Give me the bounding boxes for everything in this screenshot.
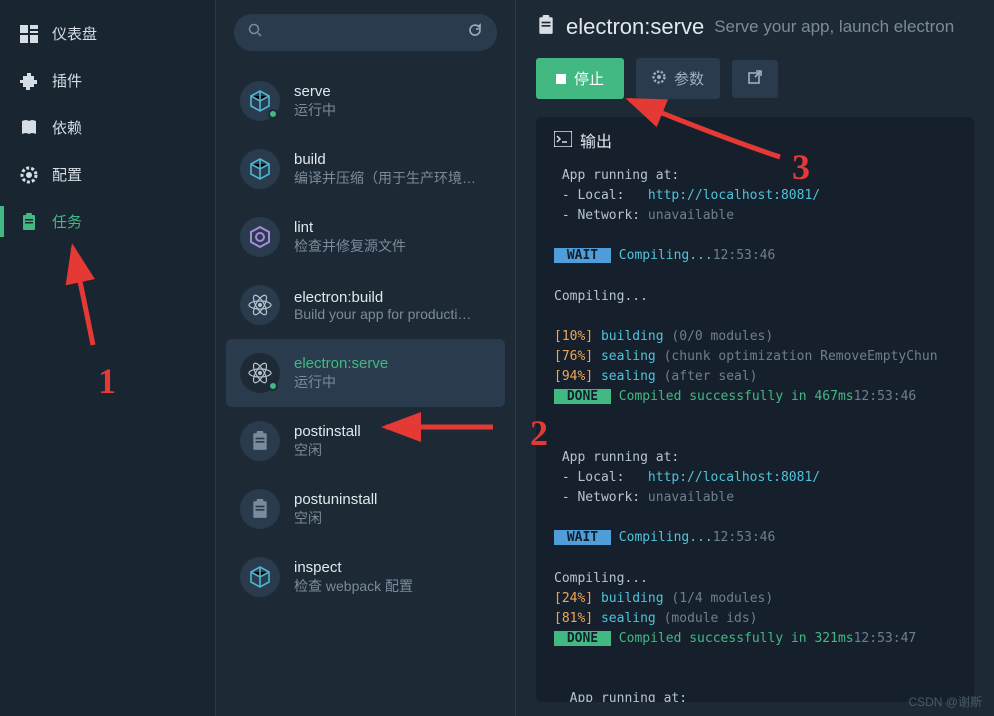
task-text: inspect 检查 webpack 配置 <box>294 559 413 596</box>
task-name: inspect <box>294 559 413 576</box>
task-sub: 空闲 <box>294 508 377 528</box>
detail-desc: Serve your app, launch electron <box>714 17 954 37</box>
tasks-column: serve 运行中 build 编译并压缩（用于生产环境… lint 检查并修复… <box>216 0 516 716</box>
stop-icon <box>556 74 566 84</box>
task-name: postuninstall <box>294 491 377 508</box>
params-button[interactable]: 参数 <box>636 58 720 99</box>
sidebar: 仪表盘 插件 依赖 配置 任务 <box>0 0 216 716</box>
sidebar-item-label: 仪表盘 <box>52 23 97 44</box>
task-name: serve <box>294 83 336 100</box>
sidebar-item-label: 插件 <box>52 70 82 91</box>
sidebar-item-dashboard[interactable]: 仪表盘 <box>0 10 215 57</box>
task-icon <box>240 353 280 393</box>
task-text: postinstall 空闲 <box>294 423 361 460</box>
sidebar-item-label: 依赖 <box>52 117 82 138</box>
sidebar-item-plugins[interactable]: 插件 <box>0 57 215 104</box>
toolbar: 停止 参数 <box>536 58 974 99</box>
task-item-postinstall[interactable]: postinstall 空闲 <box>226 407 505 475</box>
output-panel: 输出 App running at: - Local: http://local… <box>536 117 974 702</box>
search-input[interactable] <box>270 25 467 41</box>
params-label: 参数 <box>674 68 704 89</box>
stop-button[interactable]: 停止 <box>536 58 624 99</box>
terminal-output: App running at: - Local: http://localhos… <box>554 166 956 702</box>
task-sub: 检查 webpack 配置 <box>294 576 413 596</box>
task-text: build 编译并压缩（用于生产环境… <box>294 151 476 188</box>
task-name: build <box>294 151 476 168</box>
task-item-electron-build[interactable]: electron:build Build your app for produc… <box>226 271 505 339</box>
task-sub: 检查并修复源文件 <box>294 236 406 256</box>
task-name: lint <box>294 219 406 236</box>
sidebar-item-config[interactable]: 配置 <box>0 151 215 198</box>
detail-title: electron:serve <box>566 14 704 40</box>
dashboard-icon <box>20 25 38 43</box>
task-item-electron-serve[interactable]: electron:serve 运行中 <box>226 339 505 407</box>
search-wrap[interactable] <box>234 14 497 51</box>
task-item-inspect[interactable]: inspect 检查 webpack 配置 <box>226 543 505 611</box>
output-header: 输出 <box>554 131 956 156</box>
task-sub: 空闲 <box>294 440 361 460</box>
task-icon <box>240 217 280 257</box>
task-icon <box>240 149 280 189</box>
task-text: postuninstall 空闲 <box>294 491 377 528</box>
terminal-icon <box>554 131 572 156</box>
clipboard-icon <box>536 15 556 40</box>
task-name: electron:build <box>294 289 471 306</box>
refresh-icon[interactable] <box>467 22 483 43</box>
task-detail: electron:serve Serve your app, launch el… <box>516 0 994 716</box>
task-icon <box>240 421 280 461</box>
task-name: postinstall <box>294 423 361 440</box>
task-name: electron:serve <box>294 355 388 372</box>
status-dot-running <box>268 109 278 119</box>
gear-icon <box>652 70 666 88</box>
sidebar-item-label: 配置 <box>52 164 82 185</box>
task-item-serve[interactable]: serve 运行中 <box>226 67 505 135</box>
output-label: 输出 <box>580 131 612 156</box>
task-text: serve 运行中 <box>294 83 336 120</box>
open-external-icon <box>748 70 762 88</box>
task-icon <box>240 285 280 325</box>
task-sub: Build your app for producti… <box>294 306 471 322</box>
status-dot-running <box>268 381 278 391</box>
task-item-postuninstall[interactable]: postuninstall 空闲 <box>226 475 505 543</box>
search-icon <box>248 23 262 42</box>
task-sub: 运行中 <box>294 372 388 392</box>
clipboard-icon <box>20 213 38 231</box>
stop-label: 停止 <box>574 68 604 89</box>
task-text: lint 检查并修复源文件 <box>294 219 406 256</box>
task-sub: 运行中 <box>294 100 336 120</box>
watermark: CSDN @谢斯 <box>908 693 982 710</box>
sidebar-item-label: 任务 <box>52 211 82 232</box>
sidebar-item-tasks[interactable]: 任务 <box>0 198 215 245</box>
task-item-build[interactable]: build 编译并压缩（用于生产环境… <box>226 135 505 203</box>
plugin-icon <box>20 72 38 90</box>
open-button[interactable] <box>732 60 778 98</box>
task-text: electron:build Build your app for produc… <box>294 289 471 322</box>
task-icon <box>240 557 280 597</box>
detail-header: electron:serve Serve your app, launch el… <box>536 14 974 40</box>
sidebar-item-deps[interactable]: 依赖 <box>0 104 215 151</box>
task-text: electron:serve 运行中 <box>294 355 388 392</box>
task-icon <box>240 489 280 529</box>
task-item-lint[interactable]: lint 检查并修复源文件 <box>226 203 505 271</box>
task-sub: 编译并压缩（用于生产环境… <box>294 168 476 188</box>
book-icon <box>20 119 38 137</box>
task-icon <box>240 81 280 121</box>
gear-icon <box>20 166 38 184</box>
